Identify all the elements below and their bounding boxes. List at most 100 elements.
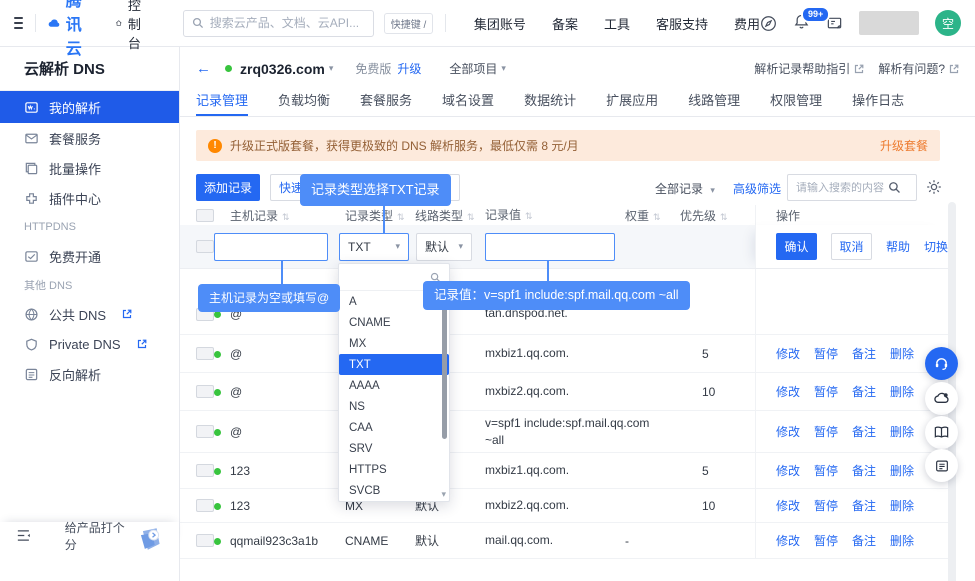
tab-operation-log[interactable]: 操作日志 <box>852 90 904 116</box>
action-remark[interactable]: 备注 <box>852 532 876 549</box>
row-checkbox[interactable] <box>196 347 214 360</box>
row-checkbox[interactable] <box>196 534 214 547</box>
record-filter-dropdown[interactable]: 全部记录 ▾ <box>655 180 715 197</box>
action-remark[interactable]: 备注 <box>852 497 876 514</box>
row-checkbox[interactable] <box>196 464 214 477</box>
tab-record-management[interactable]: 记录管理 <box>196 90 248 116</box>
hamburger-menu-icon[interactable] <box>14 17 23 29</box>
sort-icon[interactable]: ⇅ <box>467 212 475 222</box>
menu-icp[interactable]: 备案 <box>552 14 578 33</box>
record-value-input[interactable] <box>485 233 615 261</box>
chevron-down-icon[interactable]: ▾ <box>329 63 334 74</box>
record-search-input[interactable] <box>796 182 884 194</box>
row-checkbox[interactable] <box>196 425 214 438</box>
rate-product-label[interactable]: 给产品打个分 <box>65 519 136 553</box>
action-delete[interactable]: 删除 <box>890 423 914 440</box>
record-type-select[interactable]: TXT ▾ <box>339 233 409 261</box>
add-record-button[interactable]: 添加记录 <box>196 174 260 201</box>
project-filter[interactable]: 全部项目 <box>449 60 497 77</box>
action-delete[interactable]: 删除 <box>890 497 914 514</box>
advanced-filter-button[interactable]: 高级筛选 <box>733 180 781 197</box>
header-host[interactable]: 主机记录⇅ <box>214 207 345 224</box>
sort-icon[interactable]: ⇅ <box>653 212 661 222</box>
tab-load-balancing[interactable]: 负载均衡 <box>278 90 330 116</box>
cloud-fab[interactable] <box>925 382 958 415</box>
action-remark[interactable]: 备注 <box>852 423 876 440</box>
rate-ribbon-icon[interactable] <box>137 527 163 551</box>
row-checkbox[interactable] <box>196 499 214 512</box>
sort-icon[interactable]: ⇅ <box>397 212 405 222</box>
notifications[interactable]: 99+ <box>793 13 810 33</box>
record-search[interactable] <box>787 174 917 201</box>
action-remark[interactable]: 备注 <box>852 462 876 479</box>
gear-icon[interactable] <box>926 179 942 195</box>
line-type-select[interactable]: 默认 ▾ <box>416 233 472 261</box>
header-line[interactable]: 线路类型⇅ <box>415 207 485 224</box>
action-pause[interactable]: 暂停 <box>814 423 838 440</box>
header-type[interactable]: 记录类型⇅ <box>345 207 415 224</box>
back-arrow-icon[interactable]: ← <box>196 60 211 77</box>
action-modify[interactable]: 修改 <box>776 383 800 400</box>
console-link[interactable]: 控制台 <box>115 0 148 52</box>
sidebar-item-plugin[interactable]: 插件中心 <box>0 183 179 213</box>
header-priority[interactable]: 优先级⇅ <box>680 207 755 224</box>
global-search-input[interactable] <box>210 16 365 30</box>
search-icon[interactable] <box>888 181 901 194</box>
help-guide-link[interactable]: 解析记录帮助指引 <box>754 60 864 77</box>
tab-permissions[interactable]: 权限管理 <box>770 90 822 116</box>
action-delete[interactable]: 删除 <box>890 532 914 549</box>
action-pause[interactable]: 暂停 <box>814 345 838 362</box>
help-problem-link[interactable]: 解析有问题? <box>878 60 959 77</box>
avatar[interactable]: 空 <box>935 10 961 36</box>
sidebar-item-batch[interactable]: 批量操作 <box>0 153 179 183</box>
global-search[interactable] <box>183 10 374 37</box>
tab-line-management[interactable]: 线路管理 <box>688 90 740 116</box>
survey-fab[interactable] <box>925 449 958 482</box>
action-remark[interactable]: 备注 <box>852 345 876 362</box>
sort-icon[interactable]: ⇅ <box>525 210 533 222</box>
action-modify[interactable]: 修改 <box>776 462 800 479</box>
dropdown-scrollbar[interactable] <box>442 296 447 439</box>
confirm-button[interactable]: 确认 <box>776 233 817 260</box>
type-option-srv[interactable]: SRV <box>339 438 449 459</box>
support-headset-fab[interactable] <box>925 347 958 380</box>
type-option-caa[interactable]: CAA <box>339 417 449 438</box>
collapse-sidebar-icon[interactable] <box>16 529 31 542</box>
tab-extensions[interactable]: 扩展应用 <box>606 90 658 116</box>
action-pause[interactable]: 暂停 <box>814 462 838 479</box>
type-option-cname[interactable]: CNAME <box>339 312 449 333</box>
menu-support[interactable]: 客服支持 <box>656 14 708 33</box>
type-option-svcb[interactable]: SVCB <box>339 480 449 501</box>
chevron-down-icon[interactable]: ▾ <box>501 63 506 74</box>
sidebar-item-package[interactable]: 套餐服务 <box>0 123 179 153</box>
action-modify[interactable]: 修改 <box>776 532 800 549</box>
action-pause[interactable]: 暂停 <box>814 497 838 514</box>
header-value[interactable]: 记录值⇅ <box>485 207 625 223</box>
help-link[interactable]: 帮助 <box>886 238 910 255</box>
action-delete[interactable]: 删除 <box>890 345 914 362</box>
type-option-ns[interactable]: NS <box>339 396 449 417</box>
menu-billing[interactable]: 费用 <box>734 14 760 33</box>
action-modify[interactable]: 修改 <box>776 345 800 362</box>
type-option-mx[interactable]: MX <box>339 333 449 354</box>
upgrade-package-link[interactable]: 升级套餐 <box>880 137 928 154</box>
sort-icon[interactable]: ⇅ <box>720 212 728 222</box>
type-option-txt[interactable]: TXT <box>339 354 449 375</box>
sort-icon[interactable]: ⇅ <box>282 212 290 222</box>
sidebar-item-my-dns[interactable]: 我的解析 <box>0 91 179 123</box>
docs-fab[interactable] <box>925 416 958 449</box>
action-delete[interactable]: 删除 <box>890 462 914 479</box>
row-checkbox[interactable] <box>196 385 214 398</box>
switch-link[interactable]: 切换 <box>924 238 948 255</box>
select-all-checkbox[interactable] <box>196 209 214 222</box>
sidebar-item-free-activate[interactable]: 免费开通 <box>0 241 179 271</box>
action-pause[interactable]: 暂停 <box>814 532 838 549</box>
action-delete[interactable]: 删除 <box>890 383 914 400</box>
action-modify[interactable]: 修改 <box>776 423 800 440</box>
action-modify[interactable]: 修改 <box>776 497 800 514</box>
menu-group-account[interactable]: 集团账号 <box>474 14 526 33</box>
domain-name[interactable]: zrq0326.com <box>240 61 325 77</box>
action-pause[interactable]: 暂停 <box>814 383 838 400</box>
tab-domain-settings[interactable]: 域名设置 <box>442 90 494 116</box>
host-record-input[interactable] <box>214 233 328 261</box>
